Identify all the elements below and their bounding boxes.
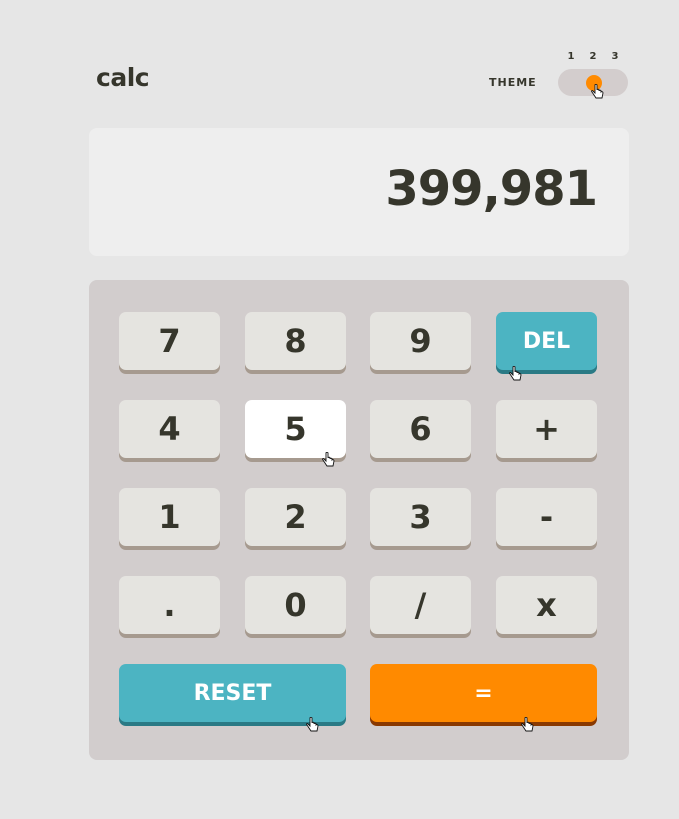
theme-toggle[interactable] [558, 69, 628, 96]
key-4[interactable]: 4 [119, 400, 220, 458]
theme-option-2[interactable]: 2 [585, 51, 601, 62]
key-1[interactable]: 1 [119, 488, 220, 546]
key-multiply[interactable]: x [496, 576, 597, 634]
theme-option-3[interactable]: 3 [607, 51, 623, 62]
theme-toggle-knob[interactable] [586, 75, 602, 91]
key-plus[interactable]: + [496, 400, 597, 458]
display-value: 399,981 [385, 161, 598, 217]
delete-button[interactable]: DEL [496, 312, 597, 370]
key-6[interactable]: 6 [370, 400, 471, 458]
key-0[interactable]: 0 [245, 576, 346, 634]
key-9[interactable]: 9 [370, 312, 471, 370]
key-divide[interactable]: / [370, 576, 471, 634]
key-minus[interactable]: - [496, 488, 597, 546]
header: calc THEME 1 2 3 [89, 0, 629, 110]
key-3[interactable]: 3 [370, 488, 471, 546]
theme-label: THEME [489, 76, 537, 89]
app-logo: calc [96, 63, 150, 92]
key-7[interactable]: 7 [119, 312, 220, 370]
key-decimal[interactable]: . [119, 576, 220, 634]
equals-button[interactable]: = [370, 664, 597, 722]
reset-button[interactable]: RESET [119, 664, 346, 722]
display-screen: 399,981 [89, 128, 629, 256]
theme-option-1[interactable]: 1 [563, 51, 579, 62]
key-5[interactable]: 5 [245, 400, 346, 458]
key-8[interactable]: 8 [245, 312, 346, 370]
key-2[interactable]: 2 [245, 488, 346, 546]
theme-options: 1 2 3 [563, 51, 623, 62]
keypad: 7 8 9 DEL 4 5 6 + 1 2 3 - . 0 / x RESET … [89, 280, 629, 760]
